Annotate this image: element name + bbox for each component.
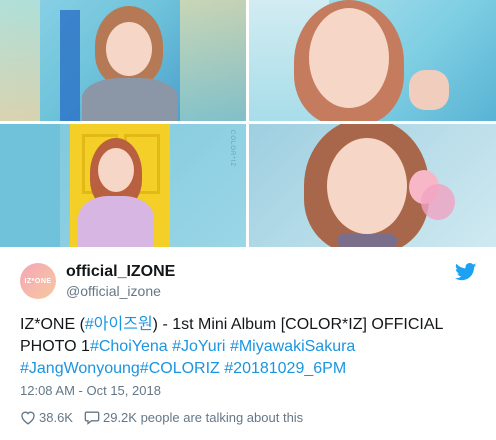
avatar-logo-text: IZ*ONE [24, 277, 52, 285]
avatar[interactable]: IZ*ONE [20, 263, 56, 299]
hashtag-link[interactable]: #아이즈원 [85, 316, 153, 333]
photo-1[interactable] [0, 0, 246, 121]
photo-logo: COLOR*IZ [229, 130, 235, 168]
hashtag-link[interactable]: #ChoiYena [90, 338, 168, 355]
tweet-timestamp[interactable]: 12:08 AM - Oct 15, 2018 [20, 383, 161, 398]
photo-grid: COLOR*IZ [0, 0, 496, 247]
hashtag-link[interactable]: #COLORIZ [140, 360, 220, 377]
photo-3[interactable]: COLOR*IZ [0, 124, 246, 247]
tweet-card: IZ*ONE official_IZONE @official_izone IZ… [0, 247, 496, 440]
hashtag-link[interactable]: #20181029_6PM [224, 360, 346, 377]
user-handle[interactable]: @official_izone [66, 283, 161, 299]
like-count: 38.6K [39, 409, 73, 425]
photo-2[interactable] [249, 0, 496, 121]
twitter-bird-icon[interactable] [455, 263, 477, 281]
tweet-actions: 38.6K 29.2K people are talking about thi… [20, 407, 303, 427]
photo-4[interactable] [249, 124, 496, 247]
tweet-text-prefix: IZ*ONE ( [20, 316, 85, 333]
speech-bubble-icon [84, 411, 100, 425]
like-button[interactable]: 38.6K [20, 410, 73, 425]
hashtag-link[interactable]: #MiyawakiSakura [230, 338, 355, 355]
talking-count: 29.2K people are talking about this [102, 409, 304, 425]
conversation-link[interactable]: 29.2K people are talking about this [84, 410, 303, 425]
hashtag-link[interactable]: #JoYuri [172, 338, 225, 355]
tweet-text: IZ*ONE (#아이즈원) - 1st Mini Album [COLOR*I… [20, 314, 480, 380]
hashtag-link[interactable]: #JangWonyoung [20, 360, 140, 377]
heart-icon [21, 411, 35, 425]
display-name[interactable]: official_IZONE [66, 263, 175, 281]
